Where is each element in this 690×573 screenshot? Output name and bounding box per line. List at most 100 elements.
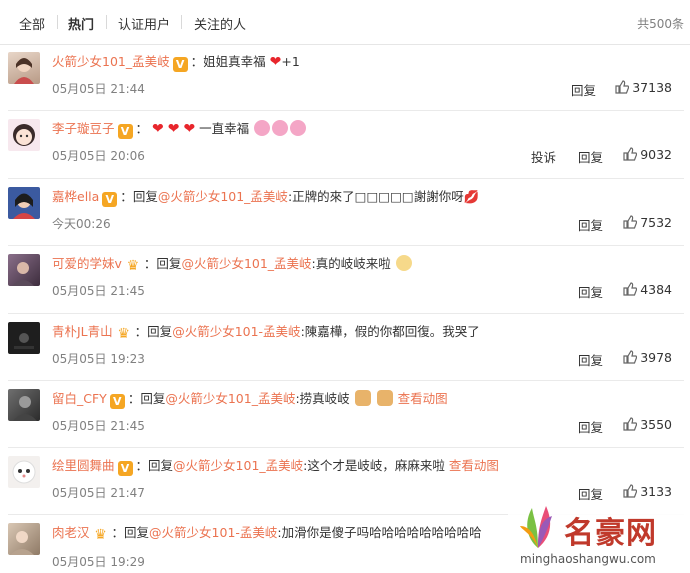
reply-button[interactable]: 回复 [571, 80, 596, 99]
like-count: 4384 [640, 282, 672, 297]
comment-time: 05月05日 21:47 [52, 486, 145, 500]
thumbs-up-icon [623, 350, 638, 364]
mention-link[interactable]: @火箭少女101-孟美岐 [172, 324, 300, 339]
comment-text: :加滑你是傻子吗哈哈哈哈哈哈哈哈哈 [277, 525, 482, 540]
tab-verified[interactable]: 认证用户 [118, 14, 170, 33]
thumbs-up-icon [623, 215, 638, 229]
comment-text: :这个才是岐岐，麻麻来啦 [303, 458, 445, 473]
comment-username[interactable]: 嘉桦ella [52, 189, 99, 204]
avatar-image-icon [13, 396, 37, 421]
comment-separator: ： [143, 256, 157, 271]
avatar[interactable] [8, 187, 40, 219]
avatar[interactable] [8, 322, 40, 354]
comment-username[interactable]: 肉老汉 [52, 525, 90, 540]
comment-content: 肉老汉 ♛ ：回复@火箭少女101-孟美岐:加滑你是傻子吗哈哈哈哈哈哈哈哈哈 [52, 523, 482, 543]
like-count: 3133 [640, 484, 672, 499]
pig-emoji-icon [272, 120, 289, 136]
reply-button[interactable]: 回复 [578, 215, 603, 234]
tab-following[interactable]: 关注的人 [194, 14, 246, 33]
avatar-image-icon [13, 124, 35, 146]
like-button[interactable]: 9032 [623, 147, 672, 162]
thumbs-up-icon [623, 282, 638, 296]
cat-emoji-icon [354, 390, 371, 406]
comment-separator: ： [190, 54, 204, 69]
comment-time: 05月05日 21:44 [52, 82, 145, 96]
like-button[interactable]: 37138 [615, 80, 672, 95]
avatar-image-icon [13, 193, 35, 219]
mention-link[interactable]: @火箭少女101_孟美岐 [158, 189, 288, 204]
kiss-emoji-icon: 💋 [463, 189, 480, 204]
avatar[interactable] [8, 52, 40, 84]
watermark-url: minghaoshangwu.com [520, 552, 656, 566]
avatar[interactable] [8, 119, 40, 151]
reply-prefix: 回复 [124, 525, 150, 540]
tab-all[interactable]: 全部 [19, 14, 45, 33]
comment-item: 青朴JL青山 ♛ ：回复@火箭少女101-孟美岐:陳嘉樺，假的你都回復。我哭了 05… [0, 314, 690, 381]
comment-username[interactable]: 李子璇豆子 [52, 121, 115, 136]
comment-item: 火箭少女101_孟美岐 V ：姐姐真幸福 ❤+1 05月05日 21:44 回复 3… [0, 44, 690, 111]
like-button[interactable]: 3978 [623, 350, 672, 365]
comment-separator: ： [111, 525, 125, 540]
leaf-logo-icon [520, 506, 552, 548]
avatar-image-icon [14, 58, 34, 84]
mention-link[interactable]: @火箭少女101_孟美岐 [173, 458, 303, 473]
avatar[interactable] [8, 254, 40, 286]
like-button[interactable]: 7532 [623, 215, 672, 230]
pig-emoji-icon [254, 120, 271, 136]
comment-content: 青朴JL青山 ♛ ：回复@火箭少女101-孟美岐:陳嘉樺，假的你都回復。我哭了 [52, 322, 480, 342]
cat-emoji-icon [376, 390, 393, 406]
reply-button[interactable]: 回复 [578, 417, 603, 436]
view-gif-link[interactable]: 查看动图 [449, 458, 499, 473]
reply-button[interactable]: 回复 [578, 282, 603, 301]
comment-username[interactable]: 青朴JL青山 [52, 324, 113, 339]
avatar-image-icon [12, 262, 34, 286]
comment-text: :正牌的來了□□□□□謝謝你呀 [287, 189, 464, 204]
comment-username[interactable]: 火箭少女101_孟美岐 [52, 54, 170, 69]
thumbs-up-icon [623, 147, 638, 161]
verified-badge-icon: V [109, 394, 125, 409]
tab-hot[interactable]: 热门 [68, 14, 94, 33]
like-button[interactable]: 3133 [623, 484, 672, 499]
site-watermark: 名豪网 minghaoshangwu.com [508, 500, 690, 573]
comment-item: 嘉桦ella V ：回复@火箭少女101_孟美岐:正牌的來了□□□□□謝謝你呀💋 今… [0, 179, 690, 246]
verified-badge-icon: V [172, 57, 188, 72]
thumbs-up-icon [623, 484, 638, 498]
reply-prefix: 回复 [147, 324, 173, 339]
comment-time: 05月05日 21:45 [52, 419, 145, 433]
comment-content: 李子璇豆子 V： ❤ ❤ ❤ 一直幸福 [52, 119, 307, 139]
mention-link[interactable]: @火箭少女101_孟美岐 [165, 391, 295, 406]
comment-username[interactable]: 绘里圆舞曲 [52, 458, 115, 473]
reply-button[interactable]: 回复 [578, 147, 603, 166]
comment-item: 留白_CFY V ：回复@火箭少女101_孟美岐:捞真岐岐 查看动图 05月05日 … [0, 381, 690, 448]
mention-link[interactable]: @火箭少女101_孟美岐 [181, 256, 311, 271]
comment-time: 05月05日 21:45 [52, 284, 145, 298]
avatar[interactable] [8, 523, 40, 555]
comment-content: 绘里圆舞曲 V ：回复@火箭少女101_孟美岐:这个才是岐岐，麻麻来啦 查看动图 [52, 456, 499, 476]
comment-username[interactable]: 留白_CFY [52, 391, 107, 406]
comment-username[interactable]: 可爱的学妹v [52, 256, 122, 271]
comment-item: 李子璇豆子 V： ❤ ❤ ❤ 一直幸福 05月05日 20:06 投诉 回复 90… [0, 111, 690, 179]
comment-content: 留白_CFY V ：回复@火箭少女101_孟美岐:捞真岐岐 查看动图 [52, 389, 448, 409]
comment-text: 姐姐真幸福 [203, 54, 266, 69]
comment-text: :捞真岐岐 [295, 391, 350, 406]
tab-divider [181, 15, 182, 29]
report-button[interactable]: 投诉 [531, 147, 556, 166]
comment-time: 05月05日 20:06 [52, 149, 145, 163]
avatar[interactable] [8, 456, 40, 488]
like-button[interactable]: 4384 [623, 282, 672, 297]
reply-button[interactable]: 回复 [578, 350, 603, 369]
mention-link[interactable]: @火箭少女101-孟美岐 [149, 525, 277, 540]
red-heart-icon: ❤ [183, 121, 196, 137]
watermark-title: 名豪网 [564, 516, 657, 551]
comment-separator: ： [135, 121, 149, 136]
tab-divider [106, 15, 107, 29]
dog-emoji-icon [395, 255, 412, 271]
view-gif-link[interactable]: 查看动图 [398, 391, 448, 406]
comment-content: 火箭少女101_孟美岐 V ：姐姐真幸福 ❤+1 [52, 52, 300, 72]
like-count: 3550 [640, 417, 672, 432]
avatar[interactable] [8, 389, 40, 421]
pig-emoji-icon [290, 120, 307, 136]
verified-badge-icon: V [117, 461, 133, 476]
comment-text: :陳嘉樺，假的你都回復。我哭了 [300, 324, 480, 339]
like-button[interactable]: 3550 [623, 417, 672, 432]
